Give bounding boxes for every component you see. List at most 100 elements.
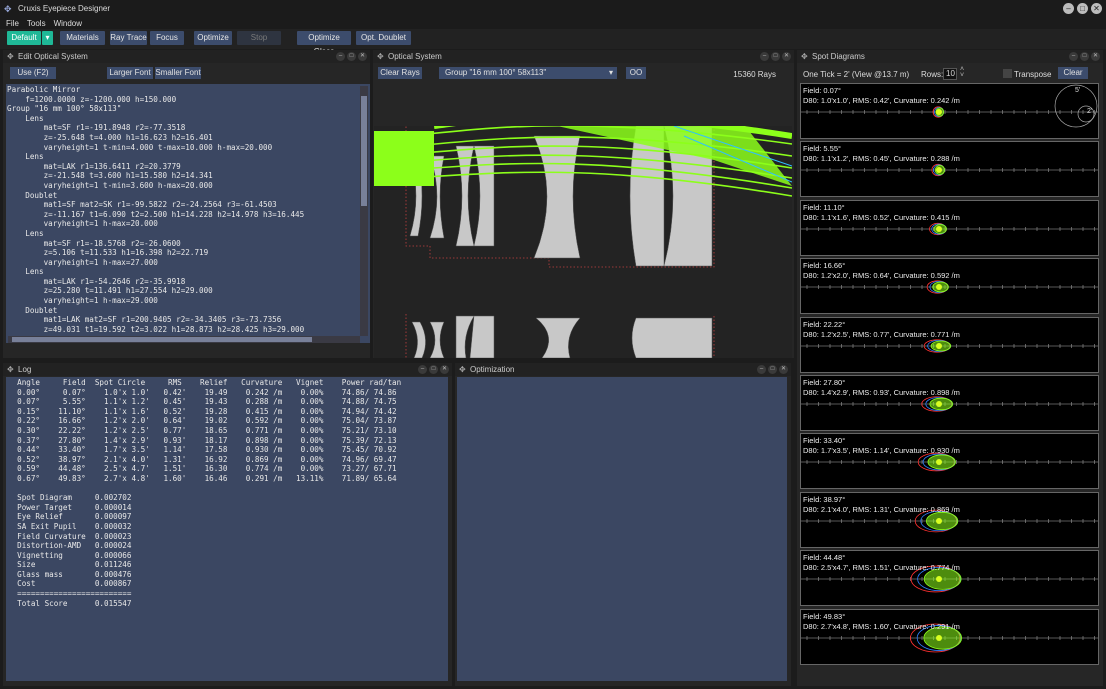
spot-field-label: Field: 38.97° xyxy=(803,494,846,504)
panel-title: Optimization xyxy=(470,365,515,374)
minimize-icon[interactable]: – xyxy=(336,52,345,61)
log-table-row: 0.52° 38.97° 2.1'x 4.0' 1.31' 16.92 0.86… xyxy=(8,454,397,464)
log-score-row: Total Score 0.015547 xyxy=(8,598,132,608)
spot-stats-label: D80: 1.2'x2.0', RMS: 0.64', Curvature: 0… xyxy=(803,271,960,281)
spot-field-label: Field: 22.22° xyxy=(803,319,846,329)
preset-default-button[interactable]: Default xyxy=(7,31,41,45)
maximize-icon[interactable]: □ xyxy=(1080,52,1089,61)
spot-diagram: Field: 27.80° D80: 1.4'x2.9', RMS: 0.93',… xyxy=(800,375,1099,431)
log-score-row: Distortion-AMD 0.000024 xyxy=(8,541,132,551)
optimize-glass-button[interactable]: Optimize Glass xyxy=(297,31,351,56)
panel-title: Optical System xyxy=(388,52,442,61)
panel-grip-icon[interactable]: ✥ xyxy=(801,52,810,61)
maximize-icon[interactable]: □ xyxy=(347,52,356,61)
log-table-row: 0.22° 16.66° 1.2'x 2.0' 0.64' 19.02 0.59… xyxy=(8,416,397,426)
focus-button[interactable]: Focus xyxy=(150,31,184,45)
oo-button[interactable]: OO xyxy=(626,67,646,79)
use-button[interactable]: Use (F2) xyxy=(10,67,56,79)
spot-field-label: Field: 0.07° xyxy=(803,86,842,95)
editor-vscrollbar[interactable] xyxy=(360,86,368,336)
maximize-icon[interactable]: □ xyxy=(768,365,777,374)
menu-file[interactable]: File xyxy=(6,19,19,28)
close-icon[interactable]: ✕ xyxy=(440,365,449,374)
log-text-area[interactable]: Angle Field Spot Circle RMS Relief Curva… xyxy=(6,377,448,681)
minimize-icon[interactable]: – xyxy=(1063,3,1074,14)
spot-diagram: Field: 11.10° D80: 1.1'x1.6', RMS: 0.52',… xyxy=(800,199,1099,256)
log-header-row: Angle Field Spot Circle RMS Relief Curva… xyxy=(8,378,402,387)
chevron-down-icon: ▾ xyxy=(608,68,613,77)
close-icon[interactable]: ✕ xyxy=(779,365,788,374)
clear-rays-button[interactable]: Clear Rays xyxy=(378,67,422,79)
stop-button[interactable]: Stop xyxy=(237,31,281,45)
close-icon[interactable]: ✕ xyxy=(1091,3,1102,14)
log-text: Angle Field Spot Circle RMS Relief Curva… xyxy=(8,378,401,608)
close-icon[interactable]: ✕ xyxy=(358,52,367,61)
close-icon[interactable]: ✕ xyxy=(1091,52,1100,61)
editor-line: mat=LAK r1=-54.2646 r2=-35.9918 xyxy=(7,276,186,286)
log-table-row: 0.59° 44.48° 2.5'x 4.7' 1.51' 16.30 0.77… xyxy=(8,464,397,474)
larger-font-button[interactable]: Larger Font xyxy=(107,67,153,79)
editor-text: Parabolic Mirror f=1200.0000 z=-1200.000… xyxy=(7,85,304,334)
editor-line: varyheight=1 h-max=27.000 xyxy=(7,257,158,267)
menu-tools[interactable]: Tools xyxy=(27,19,46,28)
editor-line: varyheight=1 t-min=3.600 h-max=20.000 xyxy=(7,180,213,190)
log-score-row: Field Curvature 0.000023 xyxy=(8,531,132,541)
log-score-row: ========================= xyxy=(8,589,132,599)
minimize-icon[interactable]: – xyxy=(760,52,769,61)
rows-input[interactable]: 10 xyxy=(943,68,957,80)
opt-doublet-button[interactable]: Opt. Doublet xyxy=(356,31,411,45)
minimize-icon[interactable]: – xyxy=(1069,52,1078,61)
optimize-button[interactable]: Optimize xyxy=(194,31,232,45)
toolbar: Default ▾ Materials Ray Trace Focus Opti… xyxy=(0,29,1106,56)
spot-diagram: Field: 5.55° D80: 1.1'x1.2', RMS: 0.45', … xyxy=(800,141,1099,198)
spot-diagram: Field: 38.97° D80: 2.1'x4.0', RMS: 1.31',… xyxy=(800,491,1099,548)
editor-line: z=5.106 t=11.533 h1=16.398 h2=22.719 xyxy=(7,248,209,258)
log-table-row: 0.37° 27.80° 1.4'x 2.9' 0.93' 18.17 0.89… xyxy=(8,435,397,445)
maximize-icon[interactable]: □ xyxy=(1077,3,1088,14)
log-table-row: 0.07° 5.55° 1.1'x 1.2' 0.45' 19.43 0.288… xyxy=(8,397,397,407)
window-title: Cruxis Eyepiece Designer xyxy=(18,4,111,13)
optical-layout-view[interactable] xyxy=(374,126,792,358)
optimization-text-area[interactable] xyxy=(457,377,787,681)
menu-window[interactable]: Window xyxy=(54,19,82,28)
ray-trace-button[interactable]: Ray Trace xyxy=(110,31,147,45)
editor-hscrollbar[interactable] xyxy=(8,336,360,343)
spot-field-label: Field: 11.10° xyxy=(803,202,845,212)
spot-field-label: Field: 5.55° xyxy=(803,144,842,154)
scale-inner-label: 2' xyxy=(1087,108,1093,115)
editor-line: Group "16 mm 100° 58x113" xyxy=(7,104,122,114)
materials-button[interactable]: Materials xyxy=(60,31,105,45)
panel-grip-icon[interactable]: ✥ xyxy=(7,365,16,374)
log-table-row: 0.00° 0.07° 1.0'x 1.0' 0.42' 19.49 0.242… xyxy=(8,387,397,397)
rows-spinner-icon[interactable]: ˄ ˅ xyxy=(960,66,964,79)
spot-stats-label: D80: 1.1'x1.2', RMS: 0.45', Curvature: 0… xyxy=(803,154,960,164)
editor-line: Lens xyxy=(7,152,44,162)
close-icon[interactable]: ✕ xyxy=(782,52,791,61)
panel-grip-icon[interactable]: ✥ xyxy=(459,365,468,374)
tick-scale-label: One Tick = 2' (View @13.7 m) xyxy=(803,70,910,79)
smaller-font-button[interactable]: Smaller Font xyxy=(155,67,201,79)
minimize-icon[interactable]: – xyxy=(418,365,427,374)
preset-dropdown-icon[interactable]: ▾ xyxy=(42,31,53,45)
edit-optical-system-panel: ✥ Edit Optical System – □ ✕ Use (F2) Larger… xyxy=(3,50,370,358)
spot-stats-label: D80: 1.4'x2.9', RMS: 0.93', Curvature: 0… xyxy=(803,388,960,397)
editor-line: varyheight=1 t-min=4.000 t-max=10.000 h-… xyxy=(7,142,273,152)
spot-diagram: Field: 33.40° D80: 1.7'x3.5', RMS: 1.14',… xyxy=(800,433,1099,490)
log-table-row: 0.15° 11.10° 1.1'x 1.6' 0.52' 19.28 0.41… xyxy=(8,406,397,416)
editor-line: Lens xyxy=(7,113,44,123)
editor-line: mat1=SF mat2=SK r1=-99.5822 r2=-24.2564 … xyxy=(7,200,277,210)
panel-grip-icon[interactable]: ✥ xyxy=(7,52,16,61)
maximize-icon[interactable]: □ xyxy=(771,52,780,61)
minimize-icon[interactable]: – xyxy=(757,365,766,374)
log-table-row: 0.67° 49.83° 2.7'x 4.8' 1.60' 16.46 0.29… xyxy=(8,473,397,483)
panel-grip-icon[interactable]: ✥ xyxy=(377,52,386,61)
spot-diagram: Field: 44.48° D80: 2.5'x4.7', RMS: 1.51',… xyxy=(800,550,1099,607)
clear-spots-button[interactable]: Clear xyxy=(1058,67,1088,79)
group-select[interactable]: Group "16 mm 100° 58x113" ▾ xyxy=(439,67,617,79)
spot-stats-label: D80: 2.5'x4.7', RMS: 1.51', Curvature: 0… xyxy=(803,563,960,573)
editor-line: Doublet xyxy=(7,190,58,200)
transpose-checkbox[interactable] xyxy=(1003,69,1012,78)
optical-system-panel: ✥ Optical System – □ ✕ Clear Rays Group "16… xyxy=(373,50,794,358)
system-text-editor[interactable]: Parabolic Mirror f=1200.0000 z=-1200.000… xyxy=(6,84,370,343)
maximize-icon[interactable]: □ xyxy=(429,365,438,374)
